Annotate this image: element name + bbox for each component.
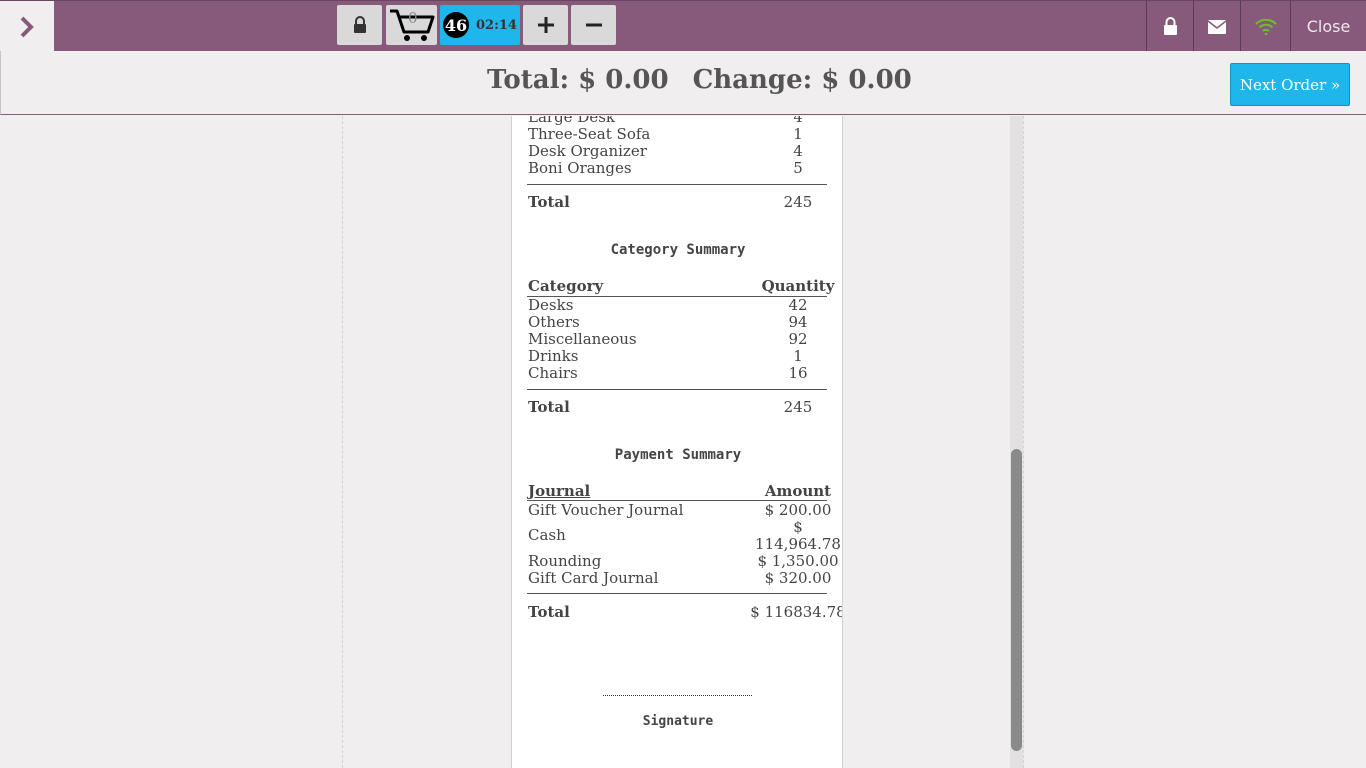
payment-amount-line: $ [528,518,827,536]
wifi-icon [1254,18,1277,35]
category-row: Miscellaneous 92 [528,330,827,348]
menu-toggle-button[interactable] [0,1,54,52]
product-qty: 1 [793,125,803,143]
journal-amount: $ 320.00 [764,569,832,587]
total-label: Total [528,603,570,621]
product-qty: 5 [793,159,803,177]
category-qty: 42 [788,296,808,314]
journal-amount-value: 114,964.78 [755,535,841,553]
category-qty: 94 [788,313,808,331]
journal-amount: $ 200.00 [764,501,832,519]
total-label: Total [528,398,570,416]
product-qty: 4 [793,142,803,160]
category-name: Desks [528,296,574,314]
category-name: Chairs [528,364,578,382]
session-number-badge: 46 [443,12,469,38]
lock-button[interactable] [337,5,382,45]
lock-icon [353,16,366,33]
quantity-column-header: Quantity [761,277,835,295]
divider [527,184,827,185]
plus-icon [537,17,554,33]
category-total-row: Total 245 [528,398,827,416]
category-header-row: Category Quantity [528,277,834,295]
product-name: Desk Organizer [528,142,647,160]
category-summary-title: Category Summary [610,242,746,258]
messages-button[interactable] [1193,1,1240,52]
payment-total-row: Total $ 116834.78 [528,603,842,621]
connection-status-button[interactable] [1240,1,1290,52]
cart-count: 0 [408,9,418,27]
journal-amount-currency: $ [793,518,803,536]
session-button[interactable]: 46 02:14 [440,5,520,45]
signature-line [603,695,752,696]
remove-order-button[interactable] [571,5,616,45]
journal-name: Gift Card Journal [528,569,659,587]
product-row: Desk Organizer 4 [528,142,827,160]
order-change: Change: $ 0.00 [692,65,912,95]
category-row: Others 94 [528,313,827,331]
category-name: Others [528,313,580,331]
payment-row: Gift Voucher Journal $ 200.00 [528,501,831,519]
session-time: 02:14 [476,17,517,33]
lock-icon [1164,17,1177,35]
amount-column-header: Amount [764,482,832,500]
category-row: Drinks 1 [528,347,827,365]
journal-name: Gift Voucher Journal [528,501,684,519]
add-order-button[interactable] [523,5,568,45]
product-row: Large Desk 4 [528,116,827,126]
order-total: Total: $ 0.00 [487,65,669,95]
close-button[interactable]: Close [1290,1,1366,52]
chevron-right-icon [20,16,34,37]
total-label: Total [528,193,570,211]
product-name: Boni Oranges [528,159,632,177]
envelope-icon [1208,19,1226,34]
payment-amount-line: 114,964.78 [528,535,841,553]
signature-label: Signature [642,714,714,729]
product-name: Three-Seat Sofa [528,125,651,143]
total-value: 245 [783,398,813,416]
payment-row: Rounding $ 1,350.00 [528,552,839,570]
cart-button[interactable]: 0 [386,5,437,45]
product-row: Boni Oranges 5 [528,159,827,177]
journal-amount: $ 1,350.00 [757,552,839,570]
totals-text: Total: $ 0.00 Change: $ 0.00 [487,65,912,95]
divider [527,389,827,390]
product-total-row: Total 245 [528,193,827,211]
receipt: Large Desk 4 Three-Seat Sofa 1 Desk Orga… [511,116,843,768]
category-qty: 16 [788,364,808,382]
category-row: Chairs 16 [528,364,827,382]
top-bar: 0 46 02:14 Close [0,0,1366,52]
category-name: Miscellaneous [528,330,637,348]
category-row: Desks 42 [528,296,827,314]
category-qty: 92 [788,330,808,348]
product-row: Three-Seat Sofa 1 [528,125,827,143]
lock-screen-button[interactable] [1146,1,1194,52]
scrollbar-thumb[interactable] [1011,449,1022,751]
payment-row: Gift Card Journal $ 320.00 [528,569,831,587]
divider [527,593,827,594]
payment-header: Total: $ 0.00 Change: $ 0.00 Next Order » [0,51,1366,115]
category-column-header: Category [528,277,604,295]
category-name: Drinks [528,347,579,365]
payment-summary-title: Payment Summary [614,447,742,463]
total-value: $ 116834.78 [750,603,843,621]
payment-header-row: Journal Amount [528,482,831,500]
journal-name: Rounding [528,552,602,570]
journal-column-header: Journal [528,482,591,500]
divider-right [1023,116,1024,768]
minus-icon [585,23,602,27]
total-value: 245 [783,193,813,211]
next-order-button[interactable]: Next Order » [1230,63,1350,106]
divider-left [342,116,343,768]
category-qty: 1 [793,347,803,365]
